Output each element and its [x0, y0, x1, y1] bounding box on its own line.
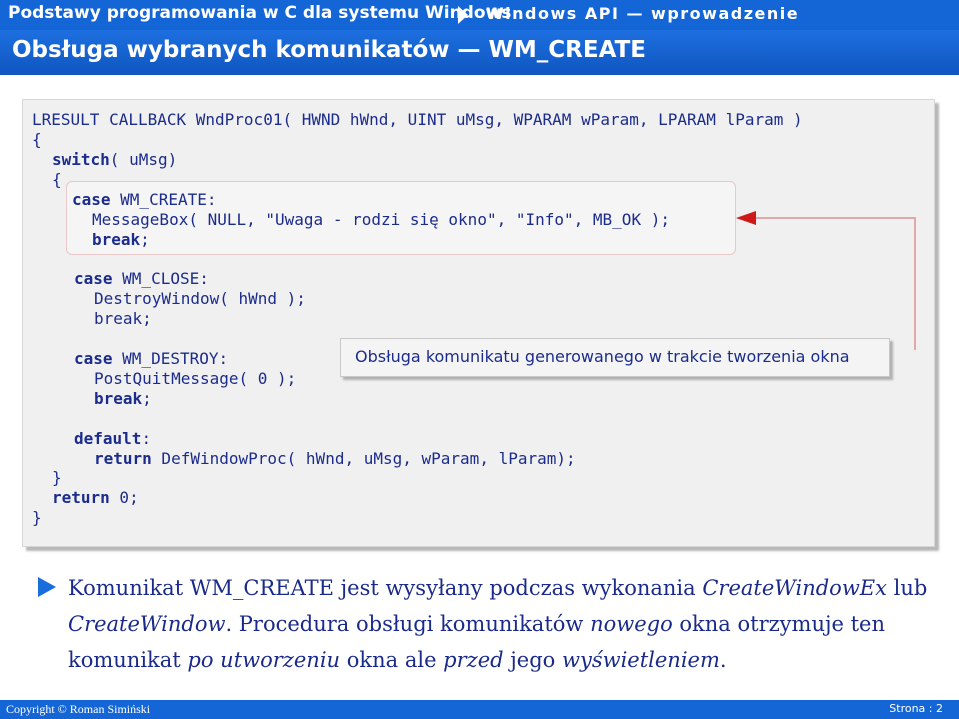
- breadcrumb-arrow-icon: [458, 6, 468, 24]
- paragraph-italic: CreateWindowEx: [702, 576, 887, 600]
- code-line: DestroyWindow( hWnd );: [94, 289, 306, 308]
- paragraph-text: jego: [503, 648, 562, 672]
- code-keyword: switch: [52, 150, 110, 169]
- code-line: case WM_CREATE:: [72, 190, 217, 210]
- page-number: Strona : 2: [889, 702, 943, 715]
- paragraph-text: .: [719, 648, 727, 672]
- code-line: case WM_CLOSE:: [74, 269, 209, 289]
- code-line: MessageBox( NULL, "Uwaga - rodzi się okn…: [92, 210, 670, 229]
- code-text: 0;: [109, 488, 139, 507]
- code-text: :: [141, 429, 152, 448]
- bullet-arrow-icon: [38, 577, 56, 597]
- slide-title: Obsługa wybranych komunikatów — WM_CREAT…: [12, 37, 646, 63]
- paragraph-italic: wyświetleniem: [561, 648, 720, 672]
- code-text: DefWindowProc( hWnd, uMsg, wParam, lPara…: [151, 449, 576, 468]
- code-line: LRESULT CALLBACK WndProc01( HWND hWnd, U…: [32, 110, 803, 129]
- code-keyword: return: [52, 488, 110, 507]
- code-line: }: [52, 468, 62, 487]
- code-line: switch( uMsg): [52, 150, 177, 170]
- code-line: PostQuitMessage( 0 );: [94, 369, 297, 388]
- code-line: return 0;: [52, 488, 139, 508]
- code-line: case WM_DESTROY:: [74, 349, 228, 369]
- paragraph-italic: nowego: [590, 612, 673, 636]
- callout-box: Obsługa komunikatu generowanego w trakci…: [340, 338, 890, 377]
- code-text: WM_DESTROY:: [112, 349, 229, 368]
- code-keyword: case: [72, 190, 111, 209]
- course-title: Podstawy programowania w C dla systemu W…: [8, 3, 512, 23]
- code-line: break;: [94, 309, 152, 328]
- paragraph-italic: przed: [443, 648, 504, 672]
- code-line: }: [32, 508, 42, 527]
- code-text: WM_CREATE:: [110, 190, 217, 209]
- callout-connector-arrow: [736, 211, 916, 350]
- code-text: ;: [142, 389, 152, 408]
- arrow-head-icon: [736, 211, 756, 225]
- code-line: {: [52, 170, 62, 189]
- code-line: return DefWindowProc( hWnd, uMsg, wParam…: [94, 449, 576, 469]
- top-header-bar: Podstawy programowania w C dla systemu W…: [0, 0, 959, 30]
- code-keyword: case: [74, 349, 113, 368]
- paragraph-text: okna ale: [340, 648, 444, 672]
- paragraph-text: Komunikat WM_CREATE jest wysyłany podcza…: [68, 576, 703, 600]
- code-keyword: break: [94, 389, 143, 408]
- description-paragraph: Komunikat WM_CREATE jest wysyłany podcza…: [68, 570, 948, 678]
- section-title: Windows API — wprowadzenie: [486, 4, 800, 23]
- copyright-text: Copyright © Roman Simiński: [6, 702, 151, 716]
- paragraph-text: . Procedura obsługi komunikatów: [225, 612, 591, 636]
- code-keyword: default: [74, 429, 142, 448]
- code-text: ;: [140, 230, 150, 249]
- code-keyword: return: [94, 449, 152, 468]
- code-text: ( uMsg): [109, 150, 178, 169]
- paragraph-italic: CreateWindow: [68, 612, 226, 636]
- code-line: default:: [74, 429, 151, 449]
- code-line: {: [32, 130, 42, 149]
- code-keyword: break: [92, 230, 141, 249]
- paragraph-italic: po utworzeniu: [187, 648, 341, 672]
- slide-title-bar: Obsługa wybranych komunikatów — WM_CREAT…: [0, 30, 959, 75]
- code-text: WM_CLOSE:: [112, 269, 209, 288]
- code-keyword: case: [74, 269, 113, 288]
- paragraph-text: lub: [886, 576, 928, 600]
- code-line: break;: [94, 389, 152, 409]
- callout-text: Obsługa komunikatu generowanego w trakci…: [355, 347, 850, 366]
- code-line: break;: [92, 230, 150, 250]
- footer-bar: Copyright © Roman Simiński Strona : 2: [0, 700, 959, 719]
